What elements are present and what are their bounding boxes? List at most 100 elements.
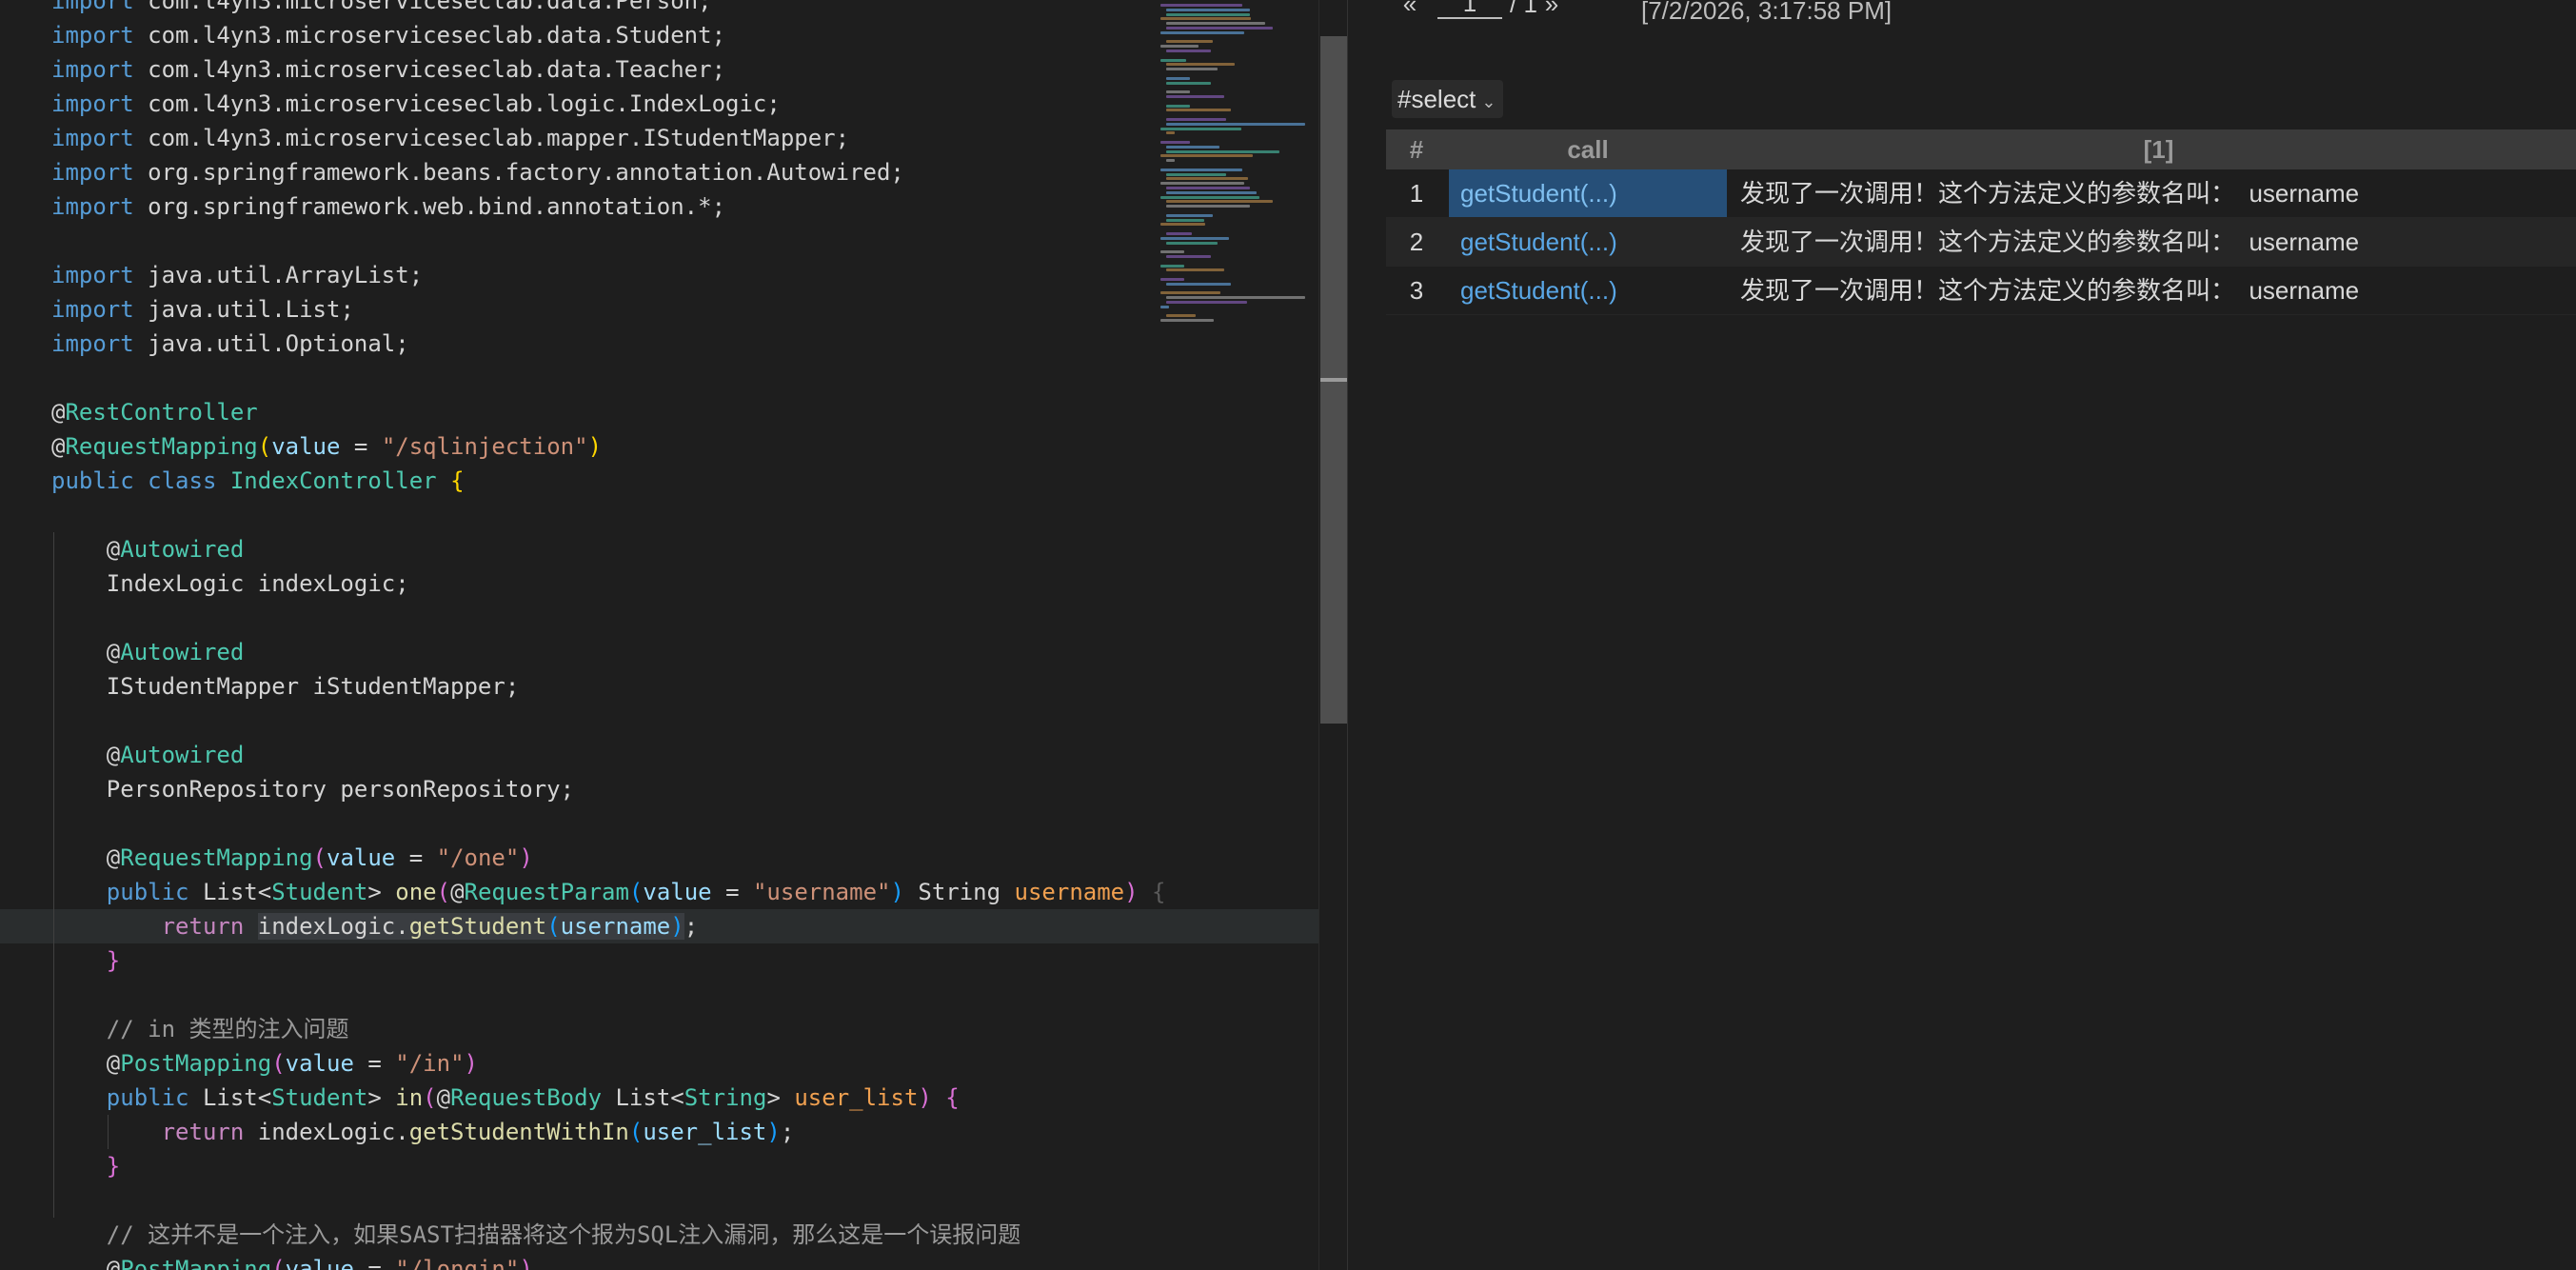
code-token: @ [51, 742, 121, 768]
minimap-line [1166, 131, 1175, 135]
code-line[interactable] [0, 361, 1323, 395]
indent-guide [53, 841, 54, 875]
code-line[interactable]: } [0, 943, 1323, 978]
minimap-line [1166, 81, 1211, 85]
code-line[interactable]: @RequestMapping(value = "/one") [0, 841, 1323, 875]
minimap-line [1166, 12, 1251, 16]
minimap-line [1166, 122, 1305, 126]
minimap-line [1166, 314, 1196, 318]
code-line[interactable]: @RequestMapping(value = "/sqlinjection") [0, 429, 1323, 464]
result-set-select[interactable]: #select ⌄ [1392, 80, 1504, 118]
code-line[interactable]: import com.l4yn3.microserviceseclab.mapp… [0, 121, 1323, 155]
code-token: in [395, 1084, 424, 1111]
result-set-select-label: #select [1397, 85, 1476, 113]
minimap-line [1166, 50, 1211, 52]
code-token: @ [51, 536, 121, 563]
code-editor[interactable]: import com.l4yn3.microserviceseclab.data… [0, 0, 1347, 1270]
code-line[interactable] [0, 498, 1323, 532]
code-line[interactable] [0, 1183, 1323, 1218]
code-token: return [161, 913, 245, 940]
minimap-line [1166, 27, 1273, 30]
code-line[interactable]: import java.util.Optional; [0, 327, 1323, 361]
code-line[interactable]: import org.springframework.beans.factory… [0, 155, 1323, 189]
call-link[interactable]: getStudent(...) [1449, 218, 1727, 266]
minimap-line [1160, 30, 1245, 34]
code-token: return [161, 1119, 245, 1145]
code-line[interactable]: IndexLogic indexLogic; [0, 566, 1323, 601]
code-line[interactable] [0, 978, 1323, 1012]
code-lines[interactable]: import com.l4yn3.microserviceseclab.data… [0, 0, 1323, 1270]
column-header-1[interactable]: [1] [1727, 129, 2576, 169]
code-line[interactable]: public class IndexController { [0, 464, 1323, 498]
minimap-line [1166, 40, 1213, 44]
code-line[interactable]: PersonRepository personRepository; [0, 772, 1323, 806]
minimap-line [1160, 250, 1185, 254]
code-line[interactable]: @RestController [0, 395, 1323, 429]
code-line[interactable]: } [0, 1149, 1323, 1183]
code-line[interactable]: import java.util.List; [0, 292, 1323, 327]
code-line[interactable]: @PostMapping(value = "/longin") [0, 1252, 1323, 1270]
minimap-line [1160, 291, 1220, 295]
code-token: indexLogic. [244, 1119, 409, 1145]
minimap-line [1166, 22, 1266, 26]
table-row[interactable]: 1 getStudent(...) 发现了一次调用！这个方法定义的参数名叫： u… [1386, 169, 2576, 218]
code-token: getStudent [408, 913, 547, 940]
code-line[interactable]: import com.l4yn3.microserviceseclab.data… [0, 18, 1323, 52]
code-token: @ [436, 1084, 451, 1111]
code-token: ) [519, 844, 533, 871]
next-page-button[interactable]: » [1537, 0, 1566, 19]
code-line[interactable]: @PostMapping(value = "/in") [0, 1046, 1323, 1081]
code-token: @ [51, 639, 121, 665]
indent-guide [53, 1183, 54, 1218]
code-line[interactable]: @Autowired [0, 532, 1323, 566]
code-token: com.l4yn3.microserviceseclab.data.Teache… [133, 56, 726, 83]
prev-page-button[interactable]: « [1396, 0, 1424, 19]
row-index: 1 [1409, 179, 1424, 208]
call-link[interactable]: getStudent(...) [1449, 267, 1727, 314]
column-header-call[interactable]: call [1449, 129, 1727, 169]
code-line[interactable]: import com.l4yn3.microserviceseclab.data… [0, 52, 1323, 87]
code-token: "/sqlinjection" [381, 433, 588, 460]
code-token: List< [188, 879, 272, 905]
code-line[interactable]: @Autowired [0, 738, 1323, 772]
code-line[interactable]: // in 类型的注入问题 [0, 1012, 1323, 1046]
table-row[interactable]: 2 getStudent(...) 发现了一次调用！这个方法定义的参数名叫： u… [1386, 218, 2576, 267]
code-token: "/longin" [395, 1256, 520, 1270]
code-line[interactable]: IStudentMapper iStudentMapper; [0, 669, 1323, 704]
code-line[interactable]: return indexLogic.getStudent(username); [0, 909, 1323, 943]
code-line[interactable] [0, 704, 1323, 738]
minimap-line [1166, 118, 1226, 121]
code-token: "/one" [436, 844, 520, 871]
code-token: = [711, 879, 753, 905]
code-line[interactable]: // 这并不是一个注入，如果SAST扫描器将这个报为SQL注入漏洞，那么这是一个… [0, 1218, 1323, 1252]
indent-guide [53, 601, 54, 635]
minimap-line [1160, 195, 1260, 199]
code-line[interactable]: import org.springframework.web.bind.anno… [0, 189, 1323, 224]
scrollbar-cursor-marker [1320, 378, 1347, 382]
code-line[interactable]: @Autowired [0, 635, 1323, 669]
minimap-line [1166, 104, 1191, 108]
call-link[interactable]: getStudent(...) [1449, 169, 1727, 217]
code-line[interactable] [0, 806, 1323, 841]
code-line[interactable]: return indexLogic.getStudentWithIn(user_… [0, 1115, 1323, 1149]
code-line[interactable] [0, 601, 1323, 635]
indent-guide [53, 772, 54, 806]
code-token: ; [684, 913, 699, 940]
code-line[interactable] [0, 224, 1323, 258]
minimap-line [1166, 90, 1191, 94]
table-row[interactable]: 3 getStudent(...) 发现了一次调用！这个方法定义的参数名叫： u… [1386, 267, 2576, 315]
code-token: ) [519, 1256, 533, 1270]
minimap-line [1166, 282, 1232, 286]
code-line[interactable]: import com.l4yn3.microserviceseclab.logi… [0, 87, 1323, 121]
code-line[interactable]: public List<Student> one(@RequestParam(v… [0, 875, 1323, 909]
code-line[interactable]: import com.l4yn3.microserviceseclab.data… [0, 0, 1323, 18]
code-token: { [1138, 879, 1166, 905]
code-line[interactable]: public List<Student> in(@RequestBody Lis… [0, 1081, 1323, 1115]
code-line[interactable]: import java.util.ArrayList; [0, 258, 1323, 292]
minimap[interactable] [1157, 0, 1318, 333]
code-token: getStudentWithIn [408, 1119, 629, 1145]
column-header-index[interactable]: # [1386, 129, 1447, 169]
page-number-input[interactable]: 1 [1437, 0, 1502, 19]
